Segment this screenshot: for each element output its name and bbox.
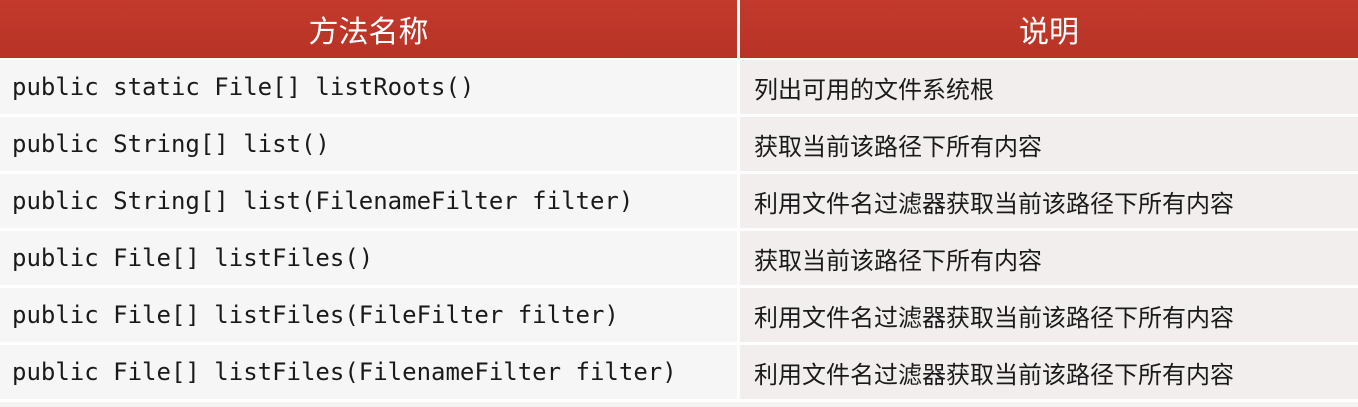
row-1-method: public static File[] listRoots() <box>0 60 740 117</box>
row-6-description: 利用文件名过滤器获取当前该路径下所有内容 <box>740 345 1358 402</box>
method-table: 方法名称 说明 public static File[] listRoots()… <box>0 0 1358 407</box>
row-2-method: public String[] list() <box>0 117 740 174</box>
row-3-description: 利用文件名过滤器获取当前该路径下所有内容 <box>740 174 1358 231</box>
row-5-description: 利用文件名过滤器获取当前该路径下所有内容 <box>740 288 1358 345</box>
row-5-method: public File[] listFiles(FileFilter filte… <box>0 288 740 345</box>
header-description: 说明 <box>740 0 1358 60</box>
row-2-description: 获取当前该路径下所有内容 <box>740 117 1358 174</box>
row-6-method: public File[] listFiles(FilenameFilter f… <box>0 345 740 402</box>
row-1-description: 列出可用的文件系统根 <box>740 60 1358 117</box>
row-4-method: public File[] listFiles() <box>0 231 740 288</box>
table-footer-strip <box>0 402 1358 407</box>
row-3-method: public String[] list(FilenameFilter filt… <box>0 174 740 231</box>
row-4-description: 获取当前该路径下所有内容 <box>740 231 1358 288</box>
header-method-name: 方法名称 <box>0 0 740 60</box>
